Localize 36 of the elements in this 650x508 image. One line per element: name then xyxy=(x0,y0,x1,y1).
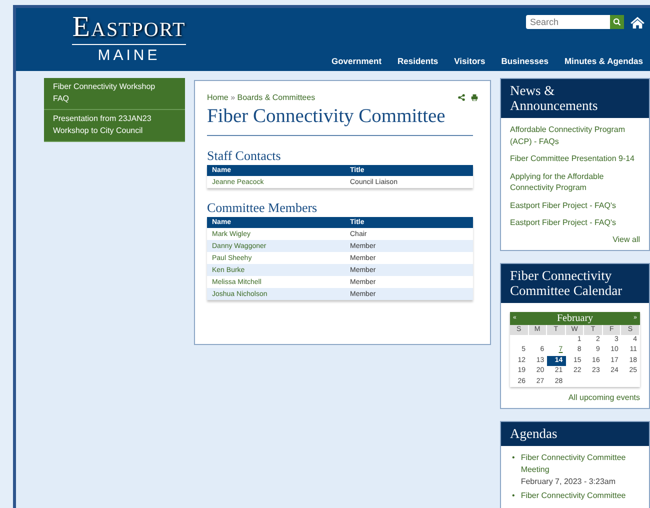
nav-link[interactable]: Visitors xyxy=(454,56,486,66)
nav-link[interactable]: Businesses xyxy=(501,56,548,66)
search-field[interactable]: Search xyxy=(526,15,610,29)
nav-link[interactable]: Minutes & Agendas xyxy=(564,56,643,66)
panel-title: News & Announcements xyxy=(501,79,649,118)
agenda-date: February 7, 2023 - 3:23am xyxy=(520,476,617,488)
agenda-link[interactable]: Fiber Connectivity Committee xyxy=(520,490,626,502)
print-icon[interactable] xyxy=(471,94,478,101)
logo-subtitle: MAINE xyxy=(98,47,160,64)
bullet: • xyxy=(512,452,515,464)
nav-link[interactable]: Government xyxy=(331,56,382,66)
month-name: February xyxy=(556,312,594,324)
news-link[interactable]: Applying for the Affordable Connectivity Program xyxy=(510,170,640,194)
breadcrumb: Home » Boards & Committees xyxy=(207,93,316,102)
nav-link[interactable]: Residents xyxy=(398,56,438,66)
sidebar-link[interactable]: Presentation from 23JAN23 Workshop to City Council xyxy=(44,110,185,142)
home-icon[interactable] xyxy=(630,16,645,28)
logo-title: Eastport xyxy=(72,11,186,45)
page-title: Fiber Connectivity Committee xyxy=(207,106,473,136)
bullet: • xyxy=(512,490,515,502)
news-link[interactable]: Affordable Connectivity Program (ACP) - FAQs xyxy=(510,124,640,147)
section-heading: Committee Members xyxy=(207,200,318,216)
search-button[interactable] xyxy=(610,15,624,29)
panel-title: Agendas xyxy=(501,422,649,446)
share-icon[interactable] xyxy=(458,94,465,101)
news-link[interactable]: Eastport Fiber Project - FAQ's xyxy=(510,200,640,211)
agenda-link[interactable]: Fiber Connectivity Committee Meeting xyxy=(520,452,640,476)
sidebar-link[interactable]: Fiber Connectivity Workshop FAQ xyxy=(44,78,185,110)
news-link[interactable]: Eastport Fiber Project - FAQ's xyxy=(510,217,640,228)
section-heading: Staff Contacts xyxy=(207,148,282,164)
breadcrumb-link[interactable]: Home xyxy=(207,93,228,102)
panel-title: Fiber Connectivity Committee Calendar xyxy=(501,264,649,302)
breadcrumb-link[interactable]: Boards & Committees xyxy=(237,93,316,102)
news-link[interactable]: Fiber Committee Presentation 9-14 xyxy=(510,153,640,164)
view-all-link[interactable]: View all xyxy=(612,234,640,244)
upcoming-events-link[interactable]: All upcoming events xyxy=(568,393,640,402)
